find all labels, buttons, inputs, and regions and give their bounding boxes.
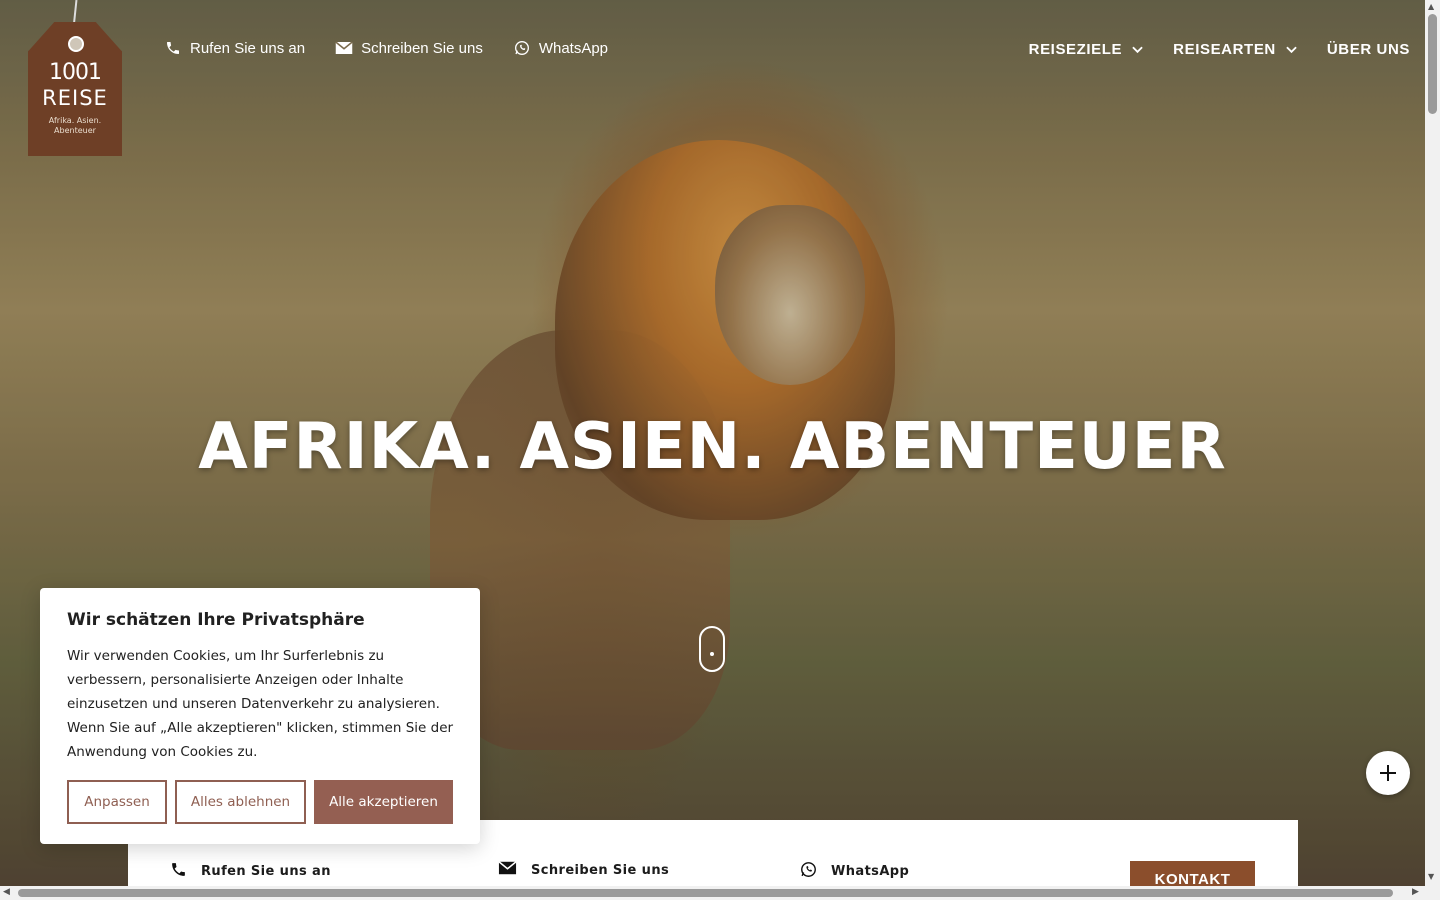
chevron-down-icon [1286,41,1297,58]
nav-reisearten[interactable]: REISEARTEN [1173,41,1297,58]
horizontal-scrollbar[interactable]: ◀ ▶ [0,886,1425,900]
bottom-write-link[interactable]: Schreiben Sie uns [498,861,669,879]
cookie-consent-dialog: Wir schätzen Ihre Privatsphäre Wir verwe… [40,588,480,844]
plus-button[interactable] [1366,751,1410,795]
top-contact-links: Rufen Sie uns an Schreiben Sie uns Whats… [164,39,608,57]
logo-tagline: Afrika. Asien. Abenteuer [48,116,102,135]
mail-icon [335,39,353,57]
vertical-scroll-thumb[interactable] [1428,14,1437,114]
bottom-call-link[interactable]: Rufen Sie uns an [170,861,331,882]
cookie-text: Wir verwenden Cookies, um Ihr Surferlebn… [67,648,454,760]
cookie-accept-button[interactable]: Alle akzeptieren [314,780,453,824]
whatsapp-icon [800,861,817,882]
top-link-call-label: Rufen Sie uns an [190,39,306,57]
bottom-whatsapp-link[interactable]: WhatsApp [800,861,909,882]
scrollbar-corner [1425,886,1440,900]
nav-reiseziele-label: REISEZIELE [1028,41,1123,58]
logo-wordmark: REISE [42,86,108,110]
bottom-call-label: Rufen Sie uns an [201,864,331,879]
phone-icon [170,861,187,882]
top-link-whatsapp[interactable]: WhatsApp [513,39,608,57]
bottom-write-label: Schreiben Sie uns [531,862,670,878]
nav-reiseziele[interactable]: REISEZIELE [1029,41,1144,58]
scroll-right-arrow[interactable]: ▶ [1412,887,1419,897]
nav-ueber-uns[interactable]: ÜBER UNS [1327,41,1410,58]
whatsapp-icon [513,39,531,57]
top-link-write-label: Schreiben Sie uns [361,39,483,57]
bottom-whatsapp-label: WhatsApp [831,864,910,879]
scroll-down-arrow[interactable]: ▼ [1428,872,1434,881]
cookie-reject-button[interactable]: Alles ablehnen [175,780,306,824]
mail-icon [498,861,517,879]
phone-icon [164,39,182,57]
top-link-write[interactable]: Schreiben Sie uns [335,39,483,57]
cookie-customize-button[interactable]: Anpassen [67,780,167,824]
logo-hole [68,36,84,52]
scroll-left-arrow[interactable]: ◀ [3,887,10,897]
vertical-scrollbar[interactable]: ▲ ▼ [1425,0,1440,886]
chevron-down-icon [1132,41,1143,58]
scroll-up-arrow[interactable]: ▲ [1428,2,1434,11]
main-nav: REISEZIELE REISEARTEN ÜBER UNS [1029,41,1410,58]
cookie-title: Wir schätzen Ihre Privatsphäre [67,610,365,630]
site-logo[interactable]: 1001 REISE Afrika. Asien. Abenteuer [28,22,122,156]
scroll-dot [710,652,714,656]
nav-ueber-uns-label: ÜBER UNS [1326,41,1410,58]
hero-headline: AFRIKA. ASIEN. ABENTEUER [198,410,1227,484]
plus-icon [1380,765,1396,781]
logo-number: 1001 [49,60,102,85]
horizontal-scroll-thumb[interactable] [18,889,1393,897]
top-link-whatsapp-label: WhatsApp [538,39,609,57]
lion-image-face [715,205,865,385]
nav-reisearten-label: REISEARTEN [1173,41,1276,58]
top-link-call[interactable]: Rufen Sie uns an [164,39,305,57]
scroll-down-indicator[interactable] [699,626,725,672]
